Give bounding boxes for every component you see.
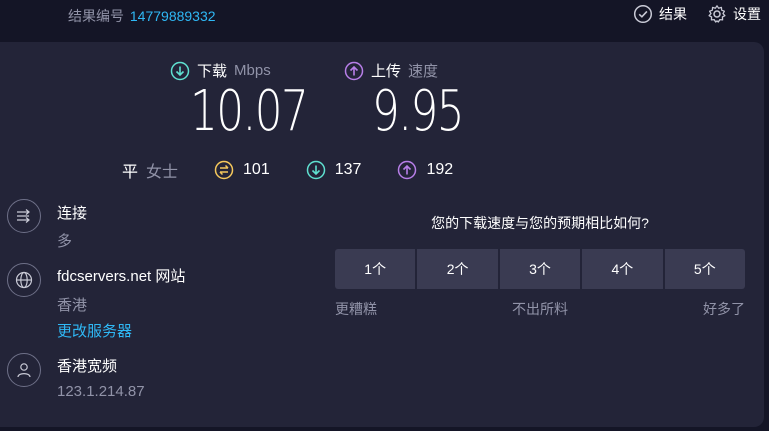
- arrows-right-icon: [17, 209, 30, 223]
- server-name: fdcservers.net 网站: [57, 268, 186, 285]
- results-button[interactable]: 结果: [633, 4, 687, 24]
- result-id-label: 结果编号: [68, 8, 124, 24]
- download-label: 下载: [197, 63, 228, 80]
- download-header: 下载 Mbps: [170, 60, 271, 81]
- result-id-number[interactable]: 14779889332: [130, 8, 216, 24]
- ping-upload[interactable]: 192: [397, 160, 453, 180]
- connections-title: 连接: [57, 205, 88, 222]
- rating-button-4[interactable]: 4个: [582, 249, 663, 289]
- ping-label: 平 女士: [122, 158, 178, 182]
- server-location: 香港: [57, 297, 88, 314]
- result-id: 结果编号 14779889332: [68, 6, 216, 26]
- survey-question: 您的下载速度与您的预期相比如何?: [431, 215, 649, 231]
- upload-speed-value: 9.95: [372, 79, 465, 144]
- download-arrow-icon: [170, 61, 190, 80]
- rating-button-5[interactable]: 5个: [664, 249, 746, 289]
- rating-button-1[interactable]: 1个: [335, 249, 416, 289]
- ping-download-value: 137: [334, 161, 362, 178]
- upload-unit: 速度: [408, 63, 439, 80]
- ping-title: 平: [122, 164, 139, 181]
- top-actions: 结果 设置: [633, 4, 761, 24]
- ping-unit: 女士: [146, 164, 179, 181]
- upload-label: 上传: [371, 63, 402, 80]
- scale-low-label: 更糟糕: [335, 301, 377, 317]
- upload-arrow-icon: [398, 160, 417, 180]
- rating-button-3[interactable]: 3个: [499, 249, 581, 289]
- download-speed-value: 10.07: [190, 79, 309, 144]
- rating-button-2[interactable]: 2个: [417, 249, 498, 289]
- ping-idle-value: 101: [243, 161, 270, 178]
- scale-mid-label: 不出所料: [512, 301, 568, 317]
- ping-row: 平 女士 101 137 192: [122, 158, 489, 182]
- provider-name: 香港宽频: [57, 358, 118, 375]
- provider-icon: [7, 353, 41, 387]
- upload-arrow-icon: [344, 61, 364, 80]
- ping-download[interactable]: 137: [306, 160, 362, 180]
- globe-icon: [15, 271, 33, 289]
- settings-button-label: 设置: [733, 6, 761, 22]
- connections-value: 多: [57, 233, 73, 250]
- results-button-label: 结果: [659, 6, 687, 22]
- change-server-link[interactable]: 更改服务器: [57, 320, 132, 341]
- connections-icon: [7, 199, 41, 233]
- ping-icon: [214, 160, 234, 180]
- check-circle-icon: [633, 4, 653, 24]
- gear-icon: [708, 5, 726, 23]
- ping-upload-value: 192: [426, 161, 454, 178]
- speedtest-result-page: 结果编号 14779889332 结果 设置 下载 Mbps 10.07 上传 …: [0, 0, 769, 431]
- download-arrow-icon: [306, 160, 325, 180]
- rating-scale: 更糟糕 不出所料 好多了: [335, 299, 745, 319]
- scale-high-label: 好多了: [703, 301, 745, 317]
- rating-buttons: 1个 2个 3个 4个 5个: [335, 249, 746, 289]
- download-unit: Mbps: [234, 62, 271, 79]
- settings-button[interactable]: 设置: [707, 4, 761, 24]
- upload-header: 上传 速度: [344, 60, 438, 81]
- ping-idle[interactable]: 101: [214, 160, 270, 180]
- top-bar: 结果编号 14779889332 结果 设置: [0, 0, 769, 38]
- person-icon: [17, 363, 31, 378]
- server-icon: [7, 263, 41, 297]
- provider-ip: 123.1.214.87: [57, 383, 145, 400]
